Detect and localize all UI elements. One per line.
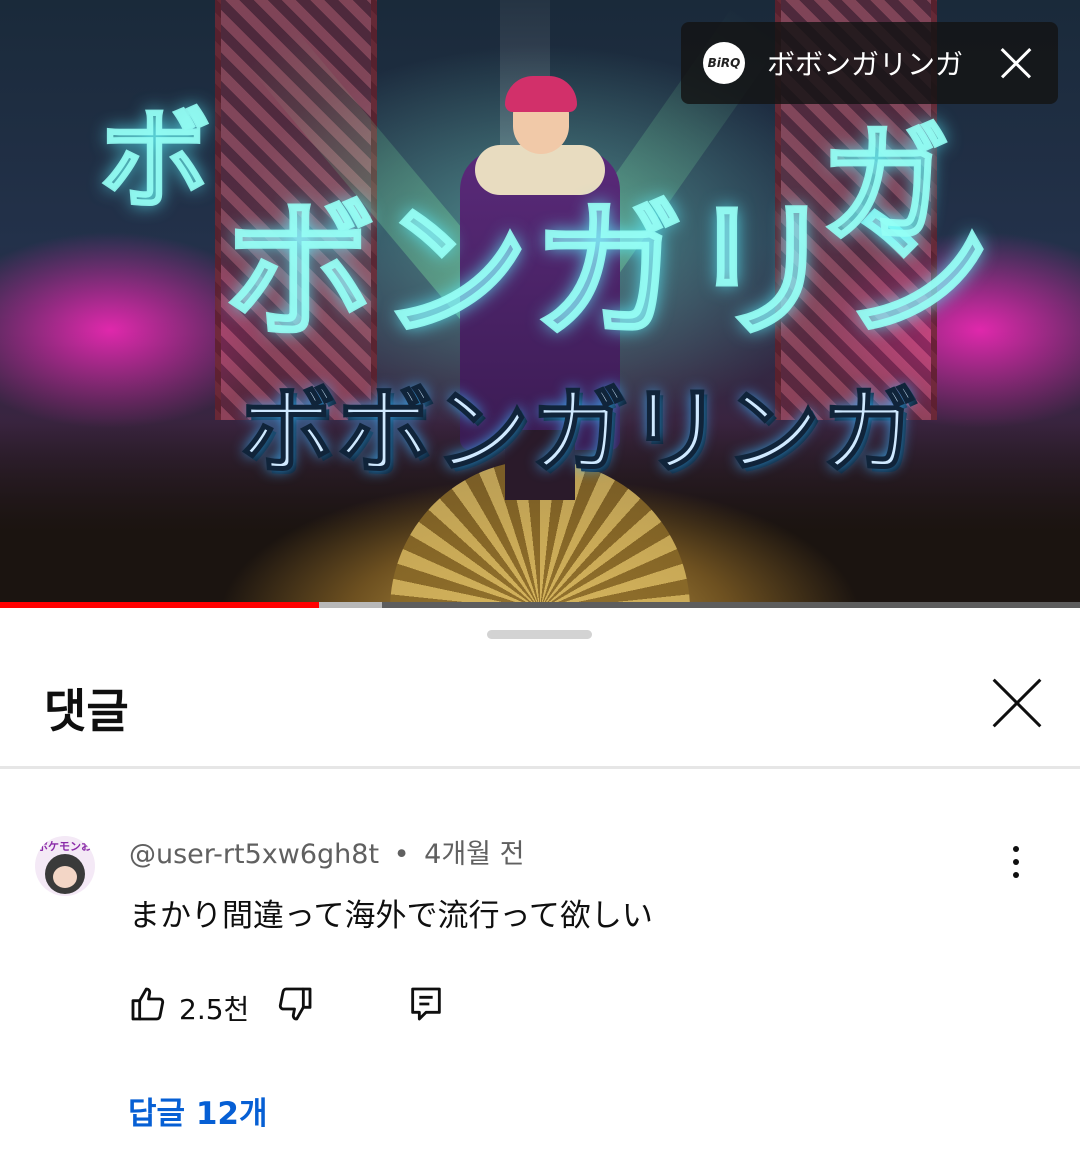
video-title-overlay: BiRQ ボボンガリンガ xyxy=(681,22,1058,104)
divider xyxy=(0,766,1080,769)
replies-link[interactable]: 답글 12개 xyxy=(128,1088,268,1133)
avatar-tag: ポケモンおつじ xyxy=(37,840,95,853)
overlay-title: ボボンガリンガ xyxy=(767,48,964,81)
comment-actions: 2.5천 xyxy=(0,978,1080,1038)
title-art-back-left: ボ xyxy=(99,95,212,226)
title-art-main: ボボンガリンガ xyxy=(239,376,920,488)
like-count: 2.5천 xyxy=(179,993,250,1026)
channel-logo[interactable]: BiRQ xyxy=(703,42,745,84)
reply-icon[interactable] xyxy=(406,984,446,1024)
comment-author[interactable]: @user-rt5xw6gh8t xyxy=(129,839,379,870)
thumb-down-icon[interactable] xyxy=(275,984,315,1024)
comment-text: まかり間違って海外で流行って欲しい xyxy=(129,898,653,934)
comment-meta: @user-rt5xw6gh8t • 4개월 전 xyxy=(129,832,524,871)
meta-separator: • xyxy=(393,839,410,870)
comments-panel: 댓글 ポケモンおつじ @user-rt5xw6gh8t • 4개월 전 まかり間… xyxy=(0,608,1080,1165)
close-icon[interactable] xyxy=(996,43,1036,83)
panel-title: 댓글 xyxy=(44,684,129,738)
thumb-up-icon[interactable] xyxy=(128,984,168,1024)
avatar[interactable]: ポケモンおつじ xyxy=(35,836,95,896)
more-vert-icon[interactable] xyxy=(1000,842,1030,882)
drag-handle[interactable] xyxy=(487,630,592,639)
comment-time: 4개월 전 xyxy=(424,839,525,870)
title-art-back-right: ガ xyxy=(818,108,951,263)
close-icon[interactable] xyxy=(992,678,1042,728)
video-player[interactable]: ボ ボンガリン ガ ボボンガリンガ BiRQ ボボンガリンガ xyxy=(0,0,1080,608)
